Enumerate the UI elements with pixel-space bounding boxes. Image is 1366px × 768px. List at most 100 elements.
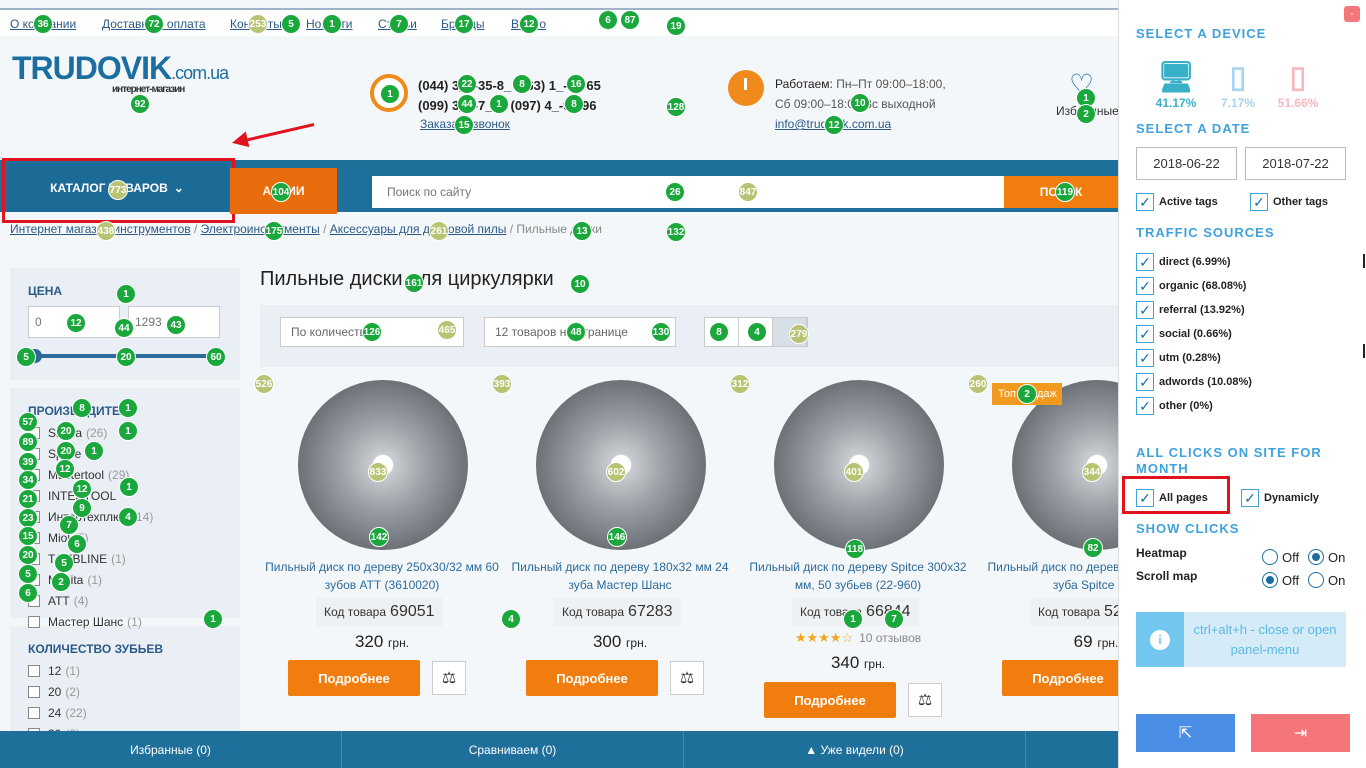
teeth-option[interactable]: 24 (22) (28, 702, 222, 723)
logout-icon: ⇥ (1293, 725, 1308, 742)
footer-viewed[interactable]: ▲ Уже видели (0) (684, 731, 1026, 768)
option-label: 24 (48, 705, 62, 720)
product-code: Код товара 52 (1030, 598, 1118, 626)
click-count-marker: 526 (254, 374, 274, 394)
compare-scale-icon[interactable]: ⚖ (908, 683, 942, 717)
product-name[interactable]: Пильный диск по дереву 125x22 мм 36 зуба… (976, 558, 1118, 594)
checkmark-icon: ✓ (1241, 489, 1259, 507)
search-input[interactable] (372, 176, 1004, 208)
scroll-map-label: Scroll map (1136, 569, 1198, 583)
site-logo[interactable]: TRUDOVIK.com.ua интернет-магазин (12, 50, 229, 95)
heatmap-on-radio[interactable]: On (1308, 549, 1345, 565)
click-count-marker: 89 (18, 432, 38, 452)
option-label: 20 (48, 684, 62, 699)
click-count-marker: 48 (566, 322, 586, 342)
traffic-source-checkbox[interactable]: ✓ referral (13.92%) (1136, 301, 1245, 319)
breadcrumb-saw-accessories[interactable]: Аксессуары для дисковой пилы (330, 222, 507, 236)
device-mobile[interactable]: ▯ 51.66% (1268, 60, 1328, 110)
checkbox[interactable] (28, 615, 40, 628)
option-count: (4) (73, 593, 89, 608)
click-count-marker: 1 (380, 84, 400, 104)
click-count-marker: 44 (457, 94, 477, 114)
info-icon: i (1150, 629, 1170, 650)
click-count-marker: 5 (54, 553, 74, 573)
option-count: (1) (87, 572, 103, 587)
device-tablet[interactable]: ▯ 7.17% (1208, 60, 1268, 110)
details-button[interactable]: Подробнее (526, 660, 658, 696)
option-count: (1) (111, 551, 126, 566)
click-count-marker: 15 (18, 526, 38, 546)
heatmap-off-radio[interactable]: Off (1262, 549, 1299, 565)
scrollmap-off-radio[interactable]: Off (1262, 572, 1299, 588)
monitor-icon: 🖥 (1156, 61, 1196, 94)
rating-stars: ★★★★☆ 10 отзывов (794, 630, 922, 645)
other-tags-checkbox[interactable]: ✓ Other tags (1250, 193, 1328, 211)
select-device-title: SELECT A DEVICE (1136, 26, 1267, 41)
click-count-marker: 4 (118, 507, 138, 527)
compare-scale-icon[interactable]: ⚖ (670, 661, 704, 695)
checkbox[interactable] (28, 706, 40, 719)
click-count-marker: 2 (1017, 384, 1037, 404)
product-card[interactable]: Пильный диск по дереву 250x30/32 мм 60 з… (262, 380, 499, 720)
traffic-source-checkbox[interactable]: ✓ adwords (10.08%) (1136, 373, 1252, 391)
click-count-marker: 10 (570, 274, 590, 294)
click-count-marker: 26 (665, 182, 685, 202)
details-button[interactable]: Подробнее (764, 682, 896, 718)
product-code: Код товара 69051 (316, 598, 443, 626)
compare-scale-icon[interactable]: ⚖ (432, 661, 466, 695)
saw-blade-image[interactable] (1012, 380, 1118, 550)
checkbox[interactable] (28, 664, 40, 677)
click-count-marker: 104 (271, 182, 291, 202)
active-tags-checkbox[interactable]: ✓ Active tags (1136, 193, 1218, 211)
traffic-source-checkbox[interactable]: ✓ utm (0.28%) (1136, 349, 1221, 367)
logout-button[interactable]: ⇥ (1251, 714, 1350, 752)
click-count-marker: 4 (747, 322, 767, 342)
click-count-marker: 82 (1083, 538, 1103, 558)
details-button[interactable]: Подробнее (1002, 660, 1118, 696)
click-count-marker: 13 (572, 221, 592, 241)
external-link-icon: ⇱ (1178, 725, 1193, 742)
hours-label: Работаем: (775, 77, 833, 91)
click-count-marker: 15 (454, 115, 474, 135)
open-external-button[interactable]: ⇱ (1136, 714, 1235, 752)
traffic-source-checkbox[interactable]: ✓ organic (68.08%) (1136, 277, 1246, 295)
manufacturer-option[interactable]: Miol(5) (28, 527, 222, 548)
teeth-option[interactable]: 20 (2) (28, 681, 222, 702)
click-count-marker: 72 (144, 14, 164, 34)
device-desktop[interactable]: 🖥 41.17% (1146, 60, 1206, 110)
click-count-marker: 132 (666, 222, 686, 242)
product-card[interactable]: Пильный диск по дереву 180x32 мм 24 зуба… (500, 380, 730, 720)
reviews-count[interactable]: 10 отзывов (859, 631, 921, 645)
details-button[interactable]: Подробнее (288, 660, 420, 696)
date-to-input[interactable]: 2018-07-22 (1245, 147, 1346, 180)
logo-subtitle: интернет-магазин (112, 84, 185, 95)
checkbox[interactable] (28, 685, 40, 698)
click-count-marker: 119 (1055, 182, 1075, 202)
click-count-marker: 253 (248, 14, 268, 34)
click-count-marker: 12 (55, 459, 75, 479)
product-name[interactable]: Пильный диск по дереву Spitce 300x32 мм,… (738, 558, 978, 594)
click-count-marker: 34 (18, 470, 38, 490)
click-count-marker: 87 (620, 10, 640, 30)
footer-favorites[interactable]: Избранные (0) (0, 731, 342, 768)
traffic-source-checkbox[interactable]: ✓ direct (6.99%) (1136, 253, 1231, 271)
scrollmap-on-radio[interactable]: On (1308, 572, 1345, 588)
scroll-indicator (1363, 344, 1365, 358)
product-name[interactable]: Пильный диск по дереву 180x32 мм 24 зуба… (500, 558, 740, 594)
click-count-marker: 312 (730, 374, 750, 394)
sort-bar: По количеству 12 товаров на странице (260, 305, 1118, 367)
hotkey-info-text: ctrl+alt+h - close or open panel-menu (1193, 621, 1337, 657)
manufacturer-option[interactable]: АТТ (4) (28, 590, 222, 611)
footer-compare[interactable]: Сравниваем (0) (342, 731, 684, 768)
breadcrumb-power-tools[interactable]: Электроинструменты (201, 222, 320, 236)
close-panel-button[interactable]: - (1344, 6, 1360, 22)
click-count-marker: 602 (606, 462, 626, 482)
traffic-source-checkbox[interactable]: ✓ social (0.66%) (1136, 325, 1232, 343)
checkmark-icon: ✓ (1136, 301, 1154, 319)
product-name[interactable]: Пильный диск по дереву 250x30/32 мм 60 з… (262, 558, 502, 594)
traffic-source-checkbox[interactable]: ✓ other (0%) (1136, 397, 1213, 415)
option-count: (1) (127, 614, 142, 629)
date-from-input[interactable]: 2018-06-22 (1136, 147, 1237, 180)
teeth-option[interactable]: 12 (1) (28, 660, 222, 681)
dynamicly-checkbox[interactable]: ✓ Dynamicly (1241, 489, 1319, 507)
